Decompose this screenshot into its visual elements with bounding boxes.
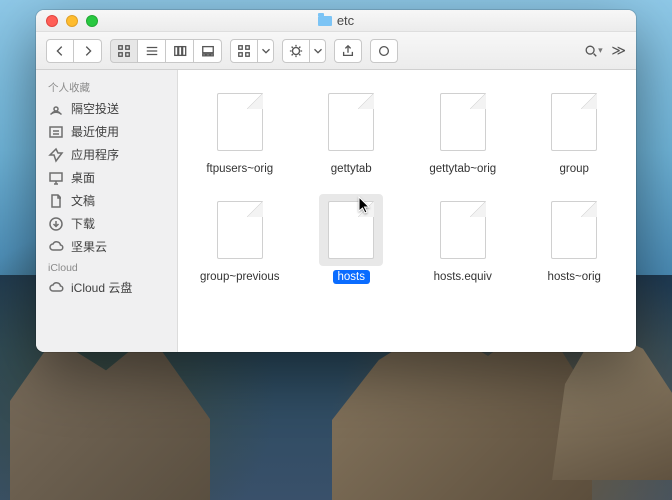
back-button[interactable] [46, 39, 74, 63]
window-title: etc [337, 13, 354, 28]
file-label: gettytab [326, 162, 377, 176]
share-button[interactable] [334, 39, 362, 63]
file-item[interactable]: group~previous [186, 190, 294, 288]
sidebar-item-recent[interactable]: 最近使用 [36, 120, 177, 143]
file-grid[interactable]: ftpusers~orig gettytab gettytab~orig group g… [178, 70, 636, 352]
view-list-button[interactable] [138, 39, 166, 63]
file-item[interactable]: hosts~orig [521, 190, 629, 288]
file-item[interactable]: ftpusers~orig [186, 82, 294, 180]
zoom-button[interactable] [86, 15, 98, 27]
sidebar-item-label: 隔空投送 [71, 100, 119, 117]
document-icon [328, 201, 374, 259]
document-icon [551, 201, 597, 259]
file-item[interactable]: hosts.equiv [409, 190, 517, 288]
sidebar-item-cloud[interactable]: iCloud 云盘 [36, 276, 177, 299]
sidebar-section-header: iCloud [36, 258, 177, 276]
view-icon-button[interactable] [110, 39, 138, 63]
file-item[interactable]: hosts [298, 190, 406, 288]
view-column-button[interactable] [166, 39, 194, 63]
minimize-button[interactable] [66, 15, 78, 27]
document-icon [440, 93, 486, 151]
toolbar: ▾ ≫ [36, 32, 636, 70]
file-label: ftpusers~orig [201, 162, 278, 176]
document-icon [440, 201, 486, 259]
file-label: hosts [333, 270, 371, 284]
file-label: group~previous [195, 270, 285, 284]
close-button[interactable] [46, 15, 58, 27]
document-icon [328, 93, 374, 151]
sidebar-item-airdrop[interactable]: 隔空投送 [36, 97, 177, 120]
document-icon [551, 93, 597, 151]
file-label: gettytab~orig [424, 162, 501, 176]
tags-button[interactable] [370, 39, 398, 63]
view-switcher [110, 39, 222, 63]
sidebar-item-cloud[interactable]: 坚果云 [36, 235, 177, 258]
file-item[interactable]: gettytab [298, 82, 406, 180]
sidebar: 个人收藏隔空投送最近使用应用程序桌面文稿下载坚果云 iCloud iCloud 云盘 [36, 70, 178, 352]
sidebar-item-desktop[interactable]: 桌面 [36, 166, 177, 189]
file-label: group [555, 162, 594, 176]
nav-buttons [46, 39, 102, 63]
sidebar-item-docs[interactable]: 文稿 [36, 189, 177, 212]
titlebar[interactable]: etc [36, 10, 636, 32]
view-gallery-button[interactable] [194, 39, 222, 63]
file-label: hosts~orig [543, 270, 606, 284]
document-icon [217, 201, 263, 259]
forward-button[interactable] [74, 39, 102, 63]
sidebar-item-label: 桌面 [71, 169, 95, 186]
sidebar-item-label: 最近使用 [71, 123, 119, 140]
sidebar-section-header: 个人收藏 [36, 76, 177, 97]
search-button[interactable]: ▾ [583, 39, 603, 63]
sidebar-item-label: 下载 [71, 215, 95, 232]
sidebar-item-label: 坚果云 [71, 238, 107, 255]
group-by-button[interactable] [230, 39, 274, 63]
file-label: hosts.equiv [429, 270, 497, 284]
sidebar-item-label: iCloud 云盘 [71, 279, 132, 296]
document-icon [217, 93, 263, 151]
action-button[interactable] [282, 39, 326, 63]
sidebar-item-label: 文稿 [71, 192, 95, 209]
sidebar-item-label: 应用程序 [71, 146, 119, 163]
sidebar-item-apps[interactable]: 应用程序 [36, 143, 177, 166]
overflow-button[interactable]: ≫ [611, 42, 626, 59]
folder-icon [318, 16, 332, 26]
file-item[interactable]: group [521, 82, 629, 180]
file-item[interactable]: gettytab~orig [409, 82, 517, 180]
sidebar-item-download[interactable]: 下载 [36, 212, 177, 235]
finder-window: etc ▾ ≫ 个人收藏隔空投送最近使用应用程序桌面文稿下载坚果云 iCloud i… [36, 10, 636, 352]
